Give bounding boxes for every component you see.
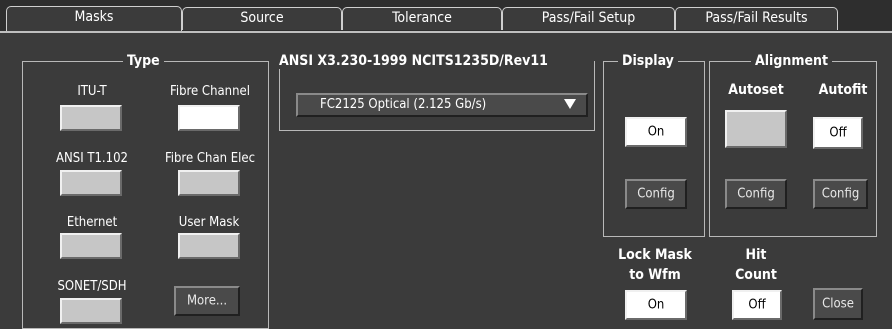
tab-pass-fail-results[interactable]: Pass/Fail Results	[675, 7, 838, 30]
lock-mask-toggle-button[interactable]: On	[625, 290, 687, 320]
autoset-button[interactable]	[725, 110, 787, 148]
sonet-sdh-label: SONET/SDH	[57, 279, 127, 294]
autofit-config-button[interactable]: Config	[813, 179, 868, 209]
tab-source-label: Source	[240, 10, 284, 26]
lock-mask-to-wfm-label: to Wfm	[629, 267, 681, 283]
autoset-label: Autoset	[728, 82, 784, 98]
tab-masks[interactable]: Masks	[6, 6, 182, 32]
chevron-down-icon	[564, 99, 576, 109]
tab-pass-fail-results-label: Pass/Fail Results	[705, 10, 808, 26]
standard-group-title: ANSI X3.230-1999 NCITS1235D/Rev11	[279, 53, 548, 69]
close-button-label: Close	[822, 296, 854, 312]
hit-count-toggle-button[interactable]: Off	[732, 290, 782, 320]
lock-mask-toggle-label: On	[647, 297, 665, 313]
autofit-label: Autofit	[818, 82, 868, 98]
alignment-config-label: Config	[737, 186, 775, 202]
tab-tolerance[interactable]: Tolerance	[342, 7, 502, 30]
display-config-button[interactable]: Config	[625, 179, 687, 209]
autofit-config-label: Config	[821, 186, 860, 202]
ethernet-button[interactable]	[60, 233, 122, 259]
tab-pass-fail-setup[interactable]: Pass/Fail Setup	[502, 7, 675, 30]
user-mask-label: User Mask	[178, 215, 240, 230]
type-group-title: Type	[123, 53, 164, 69]
close-button[interactable]: Close	[813, 288, 863, 320]
more-button-label: More...	[186, 293, 228, 309]
ethernet-label: Ethernet	[66, 215, 118, 230]
fibre-channel-button[interactable]	[178, 105, 240, 131]
user-mask-button[interactable]	[178, 233, 240, 259]
display-group-title: Display	[618, 53, 678, 69]
tab-source[interactable]: Source	[182, 7, 342, 30]
mask-standard-dropdown[interactable]: FC2125 Optical (2.125 Gb/s)	[296, 93, 588, 117]
alignment-group-title: Alignment	[751, 53, 833, 69]
hit-count-toggle-label: Off	[748, 297, 766, 313]
display-toggle-button[interactable]: On	[625, 117, 687, 147]
hit-label: Hit	[745, 247, 767, 263]
tab-divider	[0, 31, 892, 33]
autofit-toggle-button[interactable]: Off	[813, 117, 863, 149]
tab-pass-fail-setup-label: Pass/Fail Setup	[541, 10, 636, 26]
sonet-sdh-button[interactable]	[60, 298, 122, 324]
alignment-config-button[interactable]: Config	[725, 179, 787, 209]
autofit-toggle-label: Off	[829, 125, 847, 141]
more-button[interactable]: More...	[174, 286, 240, 316]
fibre-chan-elec-button[interactable]	[178, 170, 240, 196]
itu-t-label: ITU-T	[77, 84, 107, 99]
fibre-channel-label: Fibre Channel	[170, 84, 250, 99]
display-config-label: Config	[637, 186, 675, 202]
tab-masks-label: Masks	[74, 9, 114, 25]
count-label: Count	[735, 267, 777, 283]
mask-standard-value: FC2125 Optical (2.125 Gb/s)	[320, 97, 487, 112]
lock-mask-label: Lock Mask	[618, 247, 692, 263]
itu-t-button[interactable]	[60, 105, 122, 131]
display-toggle-label: On	[647, 124, 665, 140]
display-group	[603, 61, 705, 237]
fibre-chan-elec-label: Fibre Chan Elec	[164, 151, 256, 166]
ansi-t1-102-button[interactable]	[60, 170, 122, 196]
ansi-t1-102-label: ANSI T1.102	[56, 151, 128, 166]
tab-tolerance-label: Tolerance	[392, 10, 452, 26]
